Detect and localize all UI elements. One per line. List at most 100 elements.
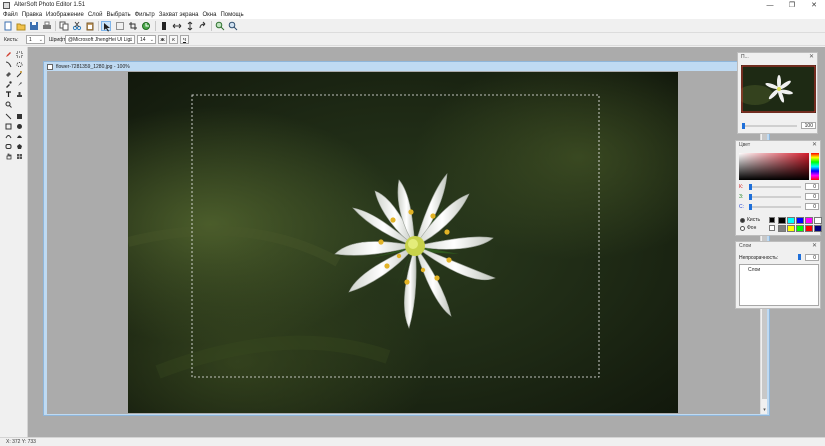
background-radio[interactable]: Фон xyxy=(740,225,756,231)
magic-wand-tool-icon[interactable] xyxy=(14,70,24,79)
new-icon[interactable] xyxy=(3,21,13,31)
blue-input[interactable]: 0 xyxy=(805,203,819,210)
menu-edit[interactable]: Правка xyxy=(22,12,42,18)
navigator-zoom-slider[interactable] xyxy=(742,123,797,129)
palette-swatch[interactable] xyxy=(796,217,804,224)
flip-icon[interactable] xyxy=(159,21,169,31)
menu-layer[interactable]: Слой xyxy=(88,12,103,18)
navigator-zoom-input[interactable]: 100 xyxy=(801,122,816,129)
font-name-value: @Microsoft JhengHei UI Ligt xyxy=(68,37,132,43)
menu-help[interactable]: Помощь xyxy=(220,12,243,18)
zoom-out-icon[interactable] xyxy=(228,21,238,31)
line-tool-icon[interactable] xyxy=(3,60,13,69)
close-icon[interactable]: ✕ xyxy=(809,53,814,62)
blue-slider-knob[interactable] xyxy=(749,204,752,210)
blue-slider[interactable] xyxy=(749,204,801,210)
font-size-select[interactable]: 14 ⌄ xyxy=(137,35,156,44)
minimize-button[interactable]: — xyxy=(759,0,781,10)
copy-icon[interactable] xyxy=(59,21,69,31)
palette-swatch[interactable] xyxy=(805,225,813,232)
maximize-button[interactable]: ❐ xyxy=(781,0,803,10)
menu-image[interactable]: Изображение xyxy=(46,12,84,18)
menu-windows[interactable]: Окна xyxy=(202,12,216,18)
green-slider-knob[interactable] xyxy=(749,194,752,200)
pencil-tool-icon[interactable] xyxy=(3,50,13,59)
underline-button[interactable]: ч xyxy=(180,35,189,44)
pointer-icon[interactable] xyxy=(101,21,111,32)
green-slider[interactable] xyxy=(749,194,801,200)
bold-button[interactable]: ж xyxy=(158,35,167,44)
rotate-icon[interactable] xyxy=(141,21,151,31)
open-icon[interactable] xyxy=(16,21,26,31)
arc-tool-icon[interactable] xyxy=(14,132,24,141)
polygon-tool-icon[interactable] xyxy=(14,142,24,151)
color-picker-field[interactable] xyxy=(739,153,809,180)
italic-button[interactable]: к xyxy=(169,35,178,44)
flip-h-icon[interactable] xyxy=(172,21,182,31)
zoom-tool-icon[interactable] xyxy=(3,100,13,109)
cut-icon[interactable] xyxy=(72,21,82,31)
opacity-slider-knob[interactable] xyxy=(798,254,801,260)
fill-tool-icon[interactable] xyxy=(3,70,13,79)
window-controls: — ❐ ✕ xyxy=(759,0,825,10)
hue-strip[interactable] xyxy=(811,153,819,180)
eyedropper-tool-icon[interactable] xyxy=(3,80,13,89)
background-swatch[interactable] xyxy=(769,225,775,231)
hand-tool-icon[interactable] xyxy=(3,152,13,161)
close-button[interactable]: ✕ xyxy=(803,0,825,10)
opacity-label: Непрозрачность: xyxy=(739,255,779,261)
palette-swatch[interactable] xyxy=(814,217,822,224)
red-slider[interactable] xyxy=(749,184,801,190)
draw-line-tool-icon[interactable] xyxy=(3,112,13,121)
palette-swatch[interactable] xyxy=(787,225,795,232)
gradient-tool-icon[interactable] xyxy=(14,112,24,121)
menu-filter[interactable]: Фильтр xyxy=(135,12,155,18)
layer-item[interactable]: Слои xyxy=(748,267,760,273)
foreground-swatch[interactable] xyxy=(769,217,775,223)
palette-swatch[interactable] xyxy=(778,225,786,232)
rounded-rect-tool-icon[interactable] xyxy=(3,142,13,151)
menu-select[interactable]: Выбрать xyxy=(106,12,130,18)
menu-file[interactable]: Файл xyxy=(3,12,18,18)
brush-radio[interactable]: Кисть xyxy=(740,217,760,223)
image-canvas[interactable] xyxy=(128,72,678,413)
grid-tool-icon[interactable] xyxy=(14,152,24,161)
close-icon[interactable]: ✕ xyxy=(812,141,817,150)
palette-swatch[interactable] xyxy=(814,225,822,232)
red-input[interactable]: 0 xyxy=(805,183,819,190)
palette-swatch[interactable] xyxy=(796,225,804,232)
close-icon[interactable]: ✕ xyxy=(812,242,817,251)
save-icon[interactable] xyxy=(29,21,39,31)
layers-list[interactable]: Слои xyxy=(739,264,819,306)
font-select[interactable]: @Microsoft JhengHei UI Ligt ⌄ xyxy=(65,35,135,44)
opacity-input[interactable]: 0 xyxy=(805,254,819,261)
navigator-preview[interactable] xyxy=(741,65,816,113)
crop-icon[interactable] xyxy=(128,21,138,31)
green-input[interactable]: 0 xyxy=(805,193,819,200)
paste-icon[interactable] xyxy=(85,21,95,31)
layers-panel-title: Слои ✕ xyxy=(736,242,820,251)
menu-screen-capture[interactable]: Захват экрана xyxy=(159,12,199,18)
red-slider-knob[interactable] xyxy=(749,184,752,190)
scroll-down-icon[interactable]: ▾ xyxy=(761,407,768,414)
palette-swatch[interactable] xyxy=(805,217,813,224)
zoom-in-icon[interactable] xyxy=(215,21,225,31)
options-bar: Кисть: 1 ⌄ Шрифт: @Microsoft JhengHei UI … xyxy=(0,34,825,46)
print-icon[interactable] xyxy=(42,21,52,31)
navigator-zoom-knob[interactable] xyxy=(742,123,745,129)
curve-tool-icon[interactable] xyxy=(3,132,13,141)
ellipse-filled-tool-icon[interactable] xyxy=(14,122,24,131)
brush-size-select[interactable]: 1 ⌄ xyxy=(26,35,45,44)
flip-v-icon[interactable] xyxy=(185,21,195,31)
color-title: Цвет xyxy=(739,142,751,148)
rectangle-tool-icon[interactable] xyxy=(3,122,13,131)
select-rect-icon[interactable] xyxy=(115,21,125,31)
brush-tool-icon[interactable] xyxy=(14,80,24,89)
text-tool-icon[interactable] xyxy=(3,90,13,99)
ellipse-select-tool-icon[interactable] xyxy=(14,60,24,69)
palette-swatch[interactable] xyxy=(787,217,795,224)
stamp-tool-icon[interactable] xyxy=(14,90,24,99)
rect-select-tool-icon[interactable] xyxy=(14,50,24,59)
redo-icon[interactable] xyxy=(198,21,208,31)
palette-swatch[interactable] xyxy=(778,217,786,224)
